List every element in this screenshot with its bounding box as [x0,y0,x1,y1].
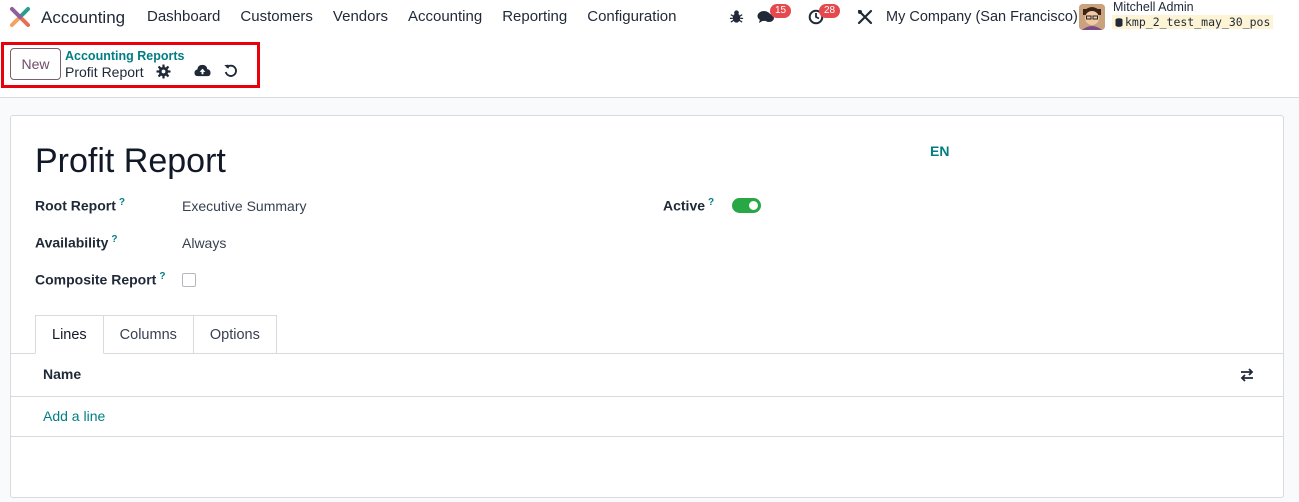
menu-configuration[interactable]: Configuration [577,8,686,25]
new-button[interactable]: New [10,48,61,80]
availability-label: Availability? [35,234,118,251]
company-switcher[interactable]: My Company (San Francisco) [886,9,1078,25]
menu-accounting[interactable]: Accounting [398,8,492,25]
menu-vendors[interactable]: Vendors [323,8,398,25]
menu-reporting[interactable]: Reporting [492,8,577,25]
list-bottom-divider [11,436,1283,437]
tab-lines[interactable]: Lines [35,315,104,354]
optional-columns-icon[interactable] [1239,367,1255,383]
user-avatar[interactable] [1079,4,1105,30]
database-icon [1115,18,1123,27]
menu-customers[interactable]: Customers [230,8,323,25]
form-sheet: Profit Report EN Root Report? Executive … [10,115,1284,498]
active-label-text: Active [663,197,706,214]
notebook-tabs: Lines Columns Options [35,315,277,354]
gear-icon[interactable] [156,64,171,79]
root-report-label: Root Report? [35,197,125,214]
composite-report-label-text: Composite Report [35,271,157,288]
activities-badge: 28 [819,4,841,18]
root-report-label-text: Root Report [35,197,116,214]
availability-value[interactable]: Always [182,235,226,251]
tools-icon[interactable] [857,9,873,25]
undo-icon[interactable] [223,63,238,78]
composite-report-label: Composite Report? [35,271,165,288]
app-name[interactable]: Accounting [41,8,125,28]
main-menu: Dashboard Customers Vendors Accounting R… [137,8,686,25]
active-label: Active? [663,197,714,214]
add-line-link[interactable]: Add a line [43,408,105,424]
availability-label-text: Availability [35,234,109,251]
debug-icon[interactable] [729,9,744,24]
help-tooltip[interactable]: ? [708,197,714,208]
record-title[interactable]: Profit Report [35,142,226,181]
database-name: kmp_2_test_may_30_pos [1112,15,1274,29]
help-tooltip[interactable]: ? [159,271,165,282]
help-tooltip[interactable]: ? [111,234,117,245]
column-header-name[interactable]: Name [43,366,81,382]
messages-badge: 15 [770,4,792,18]
tab-columns[interactable]: Columns [103,315,194,354]
avatar-face-icon [1079,4,1105,30]
cloud-upload-icon[interactable] [194,63,211,78]
language-toggle[interactable]: EN [930,143,949,159]
active-toggle[interactable] [732,198,761,213]
lines-list-header: Name [11,354,1283,397]
help-tooltip[interactable]: ? [119,197,125,208]
menu-dashboard[interactable]: Dashboard [137,8,230,25]
tab-options[interactable]: Options [193,315,277,354]
accounting-app-logo[interactable] [9,6,31,28]
root-report-value[interactable]: Executive Summary [182,198,306,214]
database-name-text: kmp_2_test_may_30_pos [1125,15,1271,29]
breadcrumb-current: Profit Report [65,64,144,80]
composite-report-checkbox[interactable] [182,273,196,287]
user-name[interactable]: Mitchell Admin [1113,0,1194,14]
top-navbar: Accounting Dashboard Customers Vendors A… [0,0,1299,34]
breadcrumb-parent-link[interactable]: Accounting Reports [65,49,184,63]
